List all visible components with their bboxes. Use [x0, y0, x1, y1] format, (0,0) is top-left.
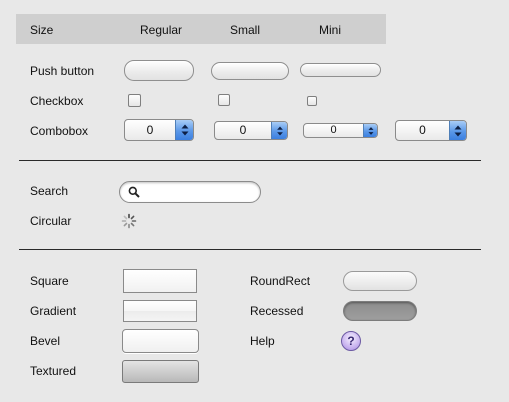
- section-divider: [19, 249, 481, 250]
- combobox-regular[interactable]: 0: [124, 119, 194, 141]
- circular-label: Circular: [30, 214, 72, 228]
- roundrect-button[interactable]: [343, 271, 417, 291]
- checkbox-regular[interactable]: [128, 94, 141, 107]
- recessed-label: Recessed: [250, 304, 304, 318]
- square-label: Square: [30, 274, 69, 288]
- gradient-label: Gradient: [30, 304, 77, 318]
- combobox-small[interactable]: 0: [214, 121, 288, 140]
- small-header-label: Small: [230, 23, 261, 37]
- textured-button[interactable]: [122, 360, 199, 383]
- combobox-mini-value: 0: [330, 124, 337, 136]
- up-down-arrows-icon: [368, 126, 373, 135]
- combobox-mini[interactable]: 0: [303, 123, 378, 138]
- combobox-regular-value: 0: [146, 123, 154, 137]
- regular-header-label: Regular: [140, 23, 183, 37]
- search-field[interactable]: [119, 181, 261, 203]
- roundrect-label: RoundRect: [250, 274, 311, 288]
- bevel-button[interactable]: [122, 329, 199, 353]
- combobox-extra[interactable]: 0: [395, 120, 467, 141]
- mini-header-label: Mini: [319, 23, 342, 37]
- push-button-label: Push button: [30, 64, 95, 78]
- combobox-extra-stepper[interactable]: [449, 121, 466, 140]
- search-icon: [128, 186, 140, 198]
- combobox-regular-stepper[interactable]: [175, 120, 193, 140]
- help-label: Help: [250, 334, 275, 348]
- square-button[interactable]: [123, 269, 197, 293]
- push-button-regular[interactable]: [124, 60, 194, 81]
- combobox-small-stepper[interactable]: [271, 122, 287, 139]
- help-button[interactable]: ?: [341, 331, 361, 351]
- push-button-mini[interactable]: [300, 63, 381, 77]
- recessed-button[interactable]: [343, 301, 417, 321]
- push-button-small[interactable]: [211, 62, 289, 80]
- size-header-label: Size: [30, 23, 54, 37]
- section-divider: [19, 160, 481, 161]
- up-down-arrows-icon: [181, 124, 188, 136]
- combobox-mini-stepper[interactable]: [363, 124, 377, 137]
- up-down-arrows-icon: [454, 125, 462, 136]
- search-label: Search: [30, 184, 69, 198]
- up-down-arrows-icon: [276, 126, 283, 135]
- checkbox-mini[interactable]: [307, 96, 317, 106]
- combobox-small-value: 0: [239, 123, 247, 137]
- spinner-icon: [121, 213, 137, 229]
- help-question-icon: ?: [347, 334, 355, 348]
- combobox-label: Combobox: [30, 124, 89, 138]
- bevel-label: Bevel: [30, 334, 61, 348]
- checkbox-label: Checkbox: [30, 94, 84, 108]
- gradient-button[interactable]: [123, 300, 197, 322]
- size-header-bar: Size Regular Small Mini: [16, 14, 386, 44]
- combobox-extra-value: 0: [419, 123, 426, 137]
- textured-label: Textured: [30, 364, 77, 378]
- checkbox-small[interactable]: [218, 94, 230, 106]
